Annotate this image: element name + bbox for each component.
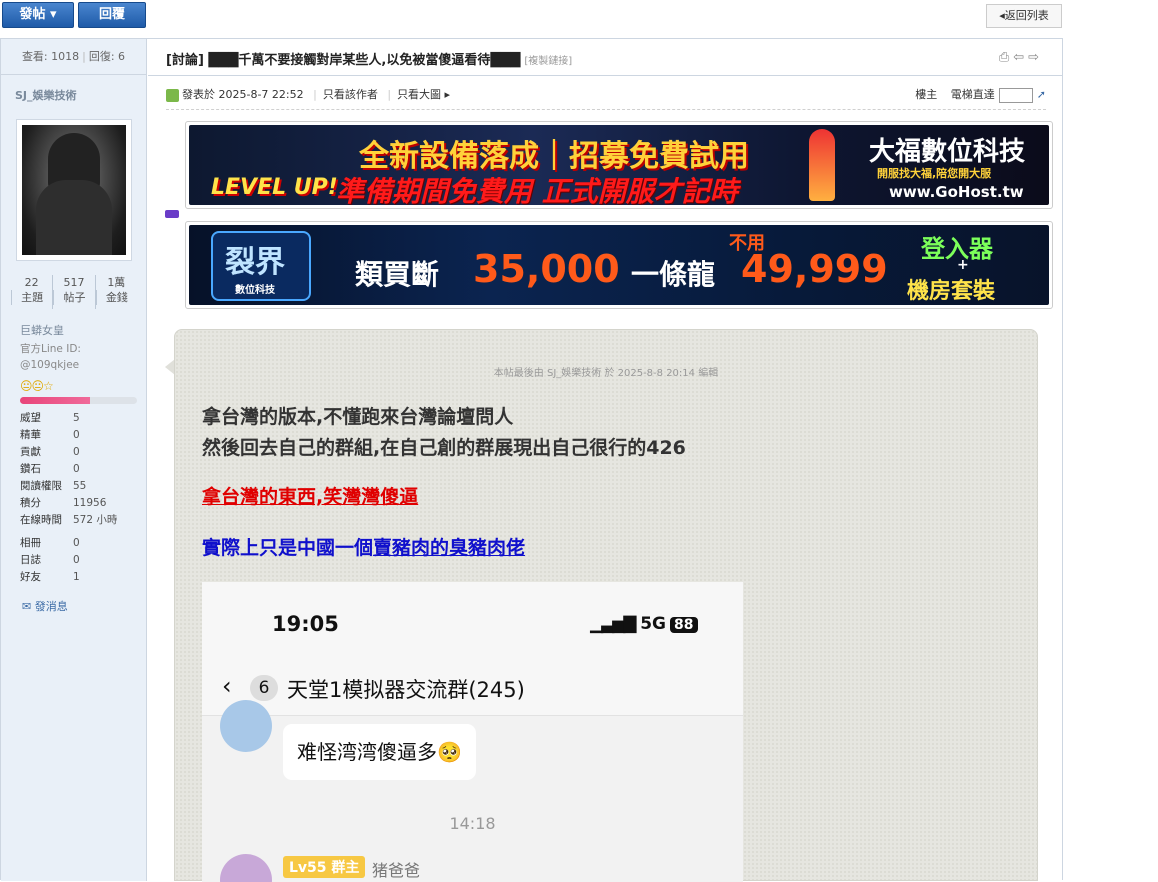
jump-icon[interactable]: ➚ <box>1037 88 1046 101</box>
copy-link[interactable]: [複製鏈接] <box>524 56 572 67</box>
ad-banner-gohost[interactable]: 全新設備落成｜招募免費試用 LEVEL UP! 準備期間免費用 正式開服才記時 … <box>185 121 1053 209</box>
unread-count: 6 <box>250 675 278 701</box>
rank-stars-icon: 😐😐☆ <box>20 379 54 393</box>
info-row: 日誌 0 <box>20 554 80 566</box>
chat-avatar <box>220 700 272 752</box>
level-badge: Lv55 群主 <box>283 856 366 878</box>
post-paragraph-red: 拿台灣的東西,笑灣灣傻逼 <box>202 486 419 508</box>
post-paragraph-blue: 實際上只是中國一個賣豬肉的臭豬肉佬 <box>202 537 526 559</box>
post-paragraph-1: 拿台灣的版本,不懂跑來台灣論壇問人 然後回去自己的群組,在自己創的群展現出自己很… <box>202 406 686 459</box>
avatar-image <box>22 125 126 255</box>
ad-tag-icon <box>165 210 179 218</box>
author-info: 威望 5 精華 0 貢獻 0 鑽石 0 閱讀權限 55 積分 11956 在線時間 572 小時 相冊 0 日誌… <box>20 410 140 586</box>
info-row: 貢獻 0 <box>20 446 80 458</box>
info-row: 閱讀權限 55 <box>20 480 87 492</box>
reply-button[interactable]: 回覆 <box>78 2 146 28</box>
only-author-link[interactable]: 只看該作者 <box>323 88 378 101</box>
author-counts: 22 主題 517 帖子 1萬 金錢 <box>11 275 137 309</box>
post-frame: 查看: 1018 | 回復: 6 SJ_娛樂技術 22 主題 517 帖子 1萬 金錢 巨… <box>0 38 1063 882</box>
author-sidebar: 查看: 1018 | 回復: 6 SJ_娛樂技術 22 主題 517 帖子 1萬 金錢 巨… <box>1 39 147 881</box>
edited-note: 本帖最後由 SJ_娛樂技術 於 2025-8-8 20:14 編輯 <box>493 368 719 379</box>
signal-status: ▁▃▅▇ 5G 88 <box>590 614 698 634</box>
rank-progress-bar <box>20 397 137 404</box>
money-count: 1萬 金錢 <box>94 275 137 309</box>
avatar[interactable] <box>16 119 132 261</box>
replies-count: 回復: 6 <box>88 50 126 63</box>
print-prev-next-icons[interactable]: ⎙⇦⇨ <box>999 50 1043 65</box>
new-post-button[interactable]: 發帖 ▾ <box>2 2 74 28</box>
big-image-link[interactable]: 只看大圖 ▸ <box>397 88 450 101</box>
liejie-logo: 裂界 數位科技 <box>211 231 311 301</box>
posts-count[interactable]: 517 帖子 <box>52 275 94 309</box>
info-row: 相冊 0 <box>20 537 80 549</box>
elevator-label: 電梯直達 <box>950 88 995 101</box>
views-count: 查看: 1018 <box>21 50 80 63</box>
back-chevron-icon: ‹ <box>222 672 232 700</box>
chat-bubble: 难怪湾湾傻逼多🥺 <box>283 724 476 780</box>
topics-count[interactable]: 22 主題 <box>11 275 52 309</box>
info-row: 在線時間 572 小時 <box>20 514 118 526</box>
chat-screenshot[interactable]: 19:05 ▁▃▅▇ 5G 88 ‹ 6 天堂1模拟器交流群(245) 难怪湾湾傻… <box>202 582 743 882</box>
author-username[interactable]: SJ_娛樂技術 <box>15 87 77 103</box>
online-status-icon <box>166 88 179 102</box>
info-row: 好友 1 <box>20 571 80 583</box>
group-name: 天堂1模拟器交流群(245) <box>287 678 525 702</box>
view-reply-stats: 查看: 1018 | 回復: 6 <box>1 39 146 75</box>
info-row: 積分 11956 <box>20 497 107 509</box>
chat-avatar <box>220 854 272 882</box>
chat-nickname: 猪爸爸 <box>372 861 421 880</box>
battery-icon: 88 <box>670 617 698 633</box>
post-content: 本帖最後由 SJ_娛樂技術 於 2025-8-8 20:14 編輯 拿台灣的版本… <box>174 329 1038 882</box>
rocket-icon <box>809 129 835 201</box>
post-main: [討論] ███千萬不要接觸對岸某些人,以免被當傻逼看待███ [複製鏈接] ⎙⇦… <box>148 39 1063 882</box>
chat-time: 14:18 <box>449 814 496 833</box>
line-id: 官方Line ID: @109qkjee <box>20 343 81 371</box>
phone-time: 19:05 <box>272 612 339 636</box>
post-date: 發表於 2025-8-7 22:52 <box>182 88 304 101</box>
info-row: 精華 0 <box>20 429 80 441</box>
rank-title: 巨蟒女皇 <box>20 324 64 337</box>
ad-banner-liejie[interactable]: 裂界 數位科技 類買斷 35,000 一條龍 不用 49,999 登入器 + 機… <box>185 221 1053 309</box>
thread-title: [討論] ███千萬不要接觸對岸某些人,以免被當傻逼看待███ [複製鏈接] <box>166 53 573 68</box>
floor-label: 樓主 <box>915 88 938 101</box>
info-row: 鑽石 0 <box>20 463 80 475</box>
info-row: 威望 5 <box>20 412 80 424</box>
post-meta: 發表於 2025-8-7 22:52 | 只看該作者 | 只看大圖 ▸ 樓主 電梯直… <box>166 86 1046 106</box>
floor-jump-input[interactable] <box>998 87 1033 103</box>
top-toolbar: 發帖 ▾ 回覆 ◂返回列表 <box>0 0 1158 36</box>
back-to-list-button[interactable]: ◂返回列表 <box>986 4 1062 28</box>
signal-bars-icon: ▁▃▅▇ <box>590 614 636 634</box>
send-message-link[interactable]: ✉ 發消息 <box>22 598 68 614</box>
